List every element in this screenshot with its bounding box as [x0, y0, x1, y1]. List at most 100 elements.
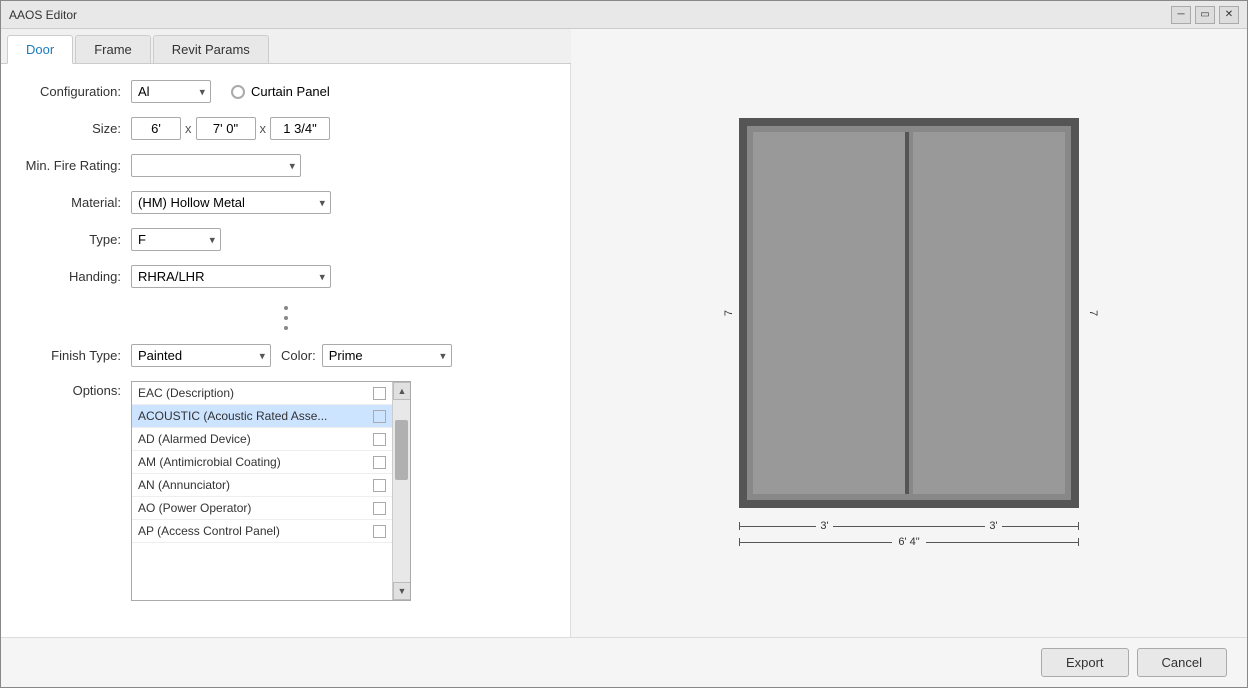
- size-inputs: x x: [131, 117, 330, 140]
- size-row: Size: x x: [21, 117, 550, 140]
- configuration-select[interactable]: Al: [131, 80, 211, 103]
- finish-type-select-wrapper: Painted: [131, 344, 271, 367]
- option-checkbox-acoustic[interactable]: [373, 410, 386, 423]
- half-dim-row: 3' 3': [739, 520, 1079, 532]
- scroll-up-button[interactable]: ▲: [393, 382, 411, 400]
- dim-label-right: 7: [1083, 310, 1099, 316]
- main-window: AAOS Editor ─ ▭ ✕ Door Frame Revit Param…: [0, 0, 1248, 688]
- option-checkbox-am[interactable]: [373, 456, 386, 469]
- dim-full-label: 6' 4": [892, 536, 925, 548]
- options-list-container: EAC (Description) ACOUSTIC (Acoustic Rat…: [131, 381, 411, 601]
- close-button[interactable]: ✕: [1219, 6, 1239, 24]
- size-x1: x: [185, 121, 192, 136]
- dot-3: [284, 326, 288, 330]
- window-title: AAOS Editor: [9, 8, 77, 22]
- list-item[interactable]: AN (Annunciator): [132, 474, 392, 497]
- type-label: Type:: [21, 232, 131, 247]
- dot-1: [284, 306, 288, 310]
- finish-type-select[interactable]: Painted: [131, 344, 271, 367]
- bottom-dimensions: 3' 3': [739, 514, 1079, 548]
- minimize-button[interactable]: ─: [1171, 6, 1191, 24]
- material-select-wrapper: (HM) Hollow Metal: [131, 191, 331, 214]
- line-half-left2: [833, 526, 909, 527]
- diagram-with-labels: 7 7: [719, 118, 1099, 508]
- options-section: Options: EAC (Description) ACOUSTIC (Aco…: [21, 381, 550, 601]
- tick-full-right: [1078, 538, 1079, 546]
- option-checkbox-ap[interactable]: [373, 525, 386, 538]
- finish-type-row: Finish Type: Painted Color: Prime: [21, 344, 550, 367]
- line-full-right: [926, 542, 1078, 543]
- line-half-left: [740, 526, 816, 527]
- scroll-track: [393, 400, 410, 582]
- handing-row: Handing: RHRA/LHR: [21, 265, 550, 288]
- handing-select[interactable]: RHRA/LHR: [131, 265, 331, 288]
- title-bar: AAOS Editor ─ ▭ ✕: [1, 1, 1247, 29]
- size-height-input[interactable]: [196, 117, 256, 140]
- left-panel: Door Frame Revit Params Configuration: A…: [1, 29, 571, 637]
- form-area: Configuration: Al Curtain Panel Size:: [1, 64, 571, 637]
- size-depth-input[interactable]: [270, 117, 330, 140]
- material-select[interactable]: (HM) Hollow Metal: [131, 191, 331, 214]
- full-dim-row: 6' 4": [739, 536, 1079, 548]
- color-select-wrapper: Prime: [322, 344, 452, 367]
- type-select[interactable]: F: [131, 228, 221, 251]
- tab-revit-params[interactable]: Revit Params: [153, 35, 269, 63]
- material-label: Material:: [21, 195, 131, 210]
- type-select-wrapper: F: [131, 228, 221, 251]
- door-panel-left: [753, 132, 909, 494]
- right-panel: 7 7: [571, 29, 1247, 637]
- option-checkbox-eac[interactable]: [373, 387, 386, 400]
- dim-label-left: 7: [719, 310, 735, 316]
- dot-2: [284, 316, 288, 320]
- scroll-thumb[interactable]: [395, 420, 408, 480]
- option-checkbox-an[interactable]: [373, 479, 386, 492]
- fire-rating-row: Min. Fire Rating:: [21, 154, 550, 177]
- curtain-panel-radio[interactable]: [231, 85, 245, 99]
- options-label: Options:: [21, 381, 131, 398]
- restore-button[interactable]: ▭: [1195, 6, 1215, 24]
- list-item[interactable]: AO (Power Operator): [132, 497, 392, 520]
- tick-right-end: [1078, 522, 1079, 530]
- fire-rating-select-wrapper: [131, 154, 301, 177]
- option-checkbox-ad[interactable]: [373, 433, 386, 446]
- options-scrollbar[interactable]: ▲ ▼: [392, 382, 410, 600]
- scroll-down-button[interactable]: ▼: [393, 582, 411, 600]
- size-width-input[interactable]: [131, 117, 181, 140]
- list-item[interactable]: AD (Alarmed Device): [132, 428, 392, 451]
- tab-door[interactable]: Door: [7, 35, 73, 64]
- size-x2: x: [260, 121, 267, 136]
- export-button[interactable]: Export: [1041, 648, 1129, 677]
- door-drawing-container: [739, 118, 1079, 508]
- bottom-buttons: Export Cancel: [1, 637, 1247, 687]
- dim-half-right-label: 3': [985, 520, 1001, 532]
- color-label: Color:: [281, 348, 316, 363]
- list-item[interactable]: EAC (Description): [132, 382, 392, 405]
- cancel-button[interactable]: Cancel: [1137, 648, 1227, 677]
- window-controls: ─ ▭ ✕: [1171, 6, 1239, 24]
- tab-bar: Door Frame Revit Params: [1, 29, 571, 64]
- options-list: EAC (Description) ACOUSTIC (Acoustic Rat…: [132, 382, 392, 600]
- door-panel-right: [913, 132, 1065, 494]
- content-area: Door Frame Revit Params Configuration: A…: [1, 29, 1247, 637]
- list-item[interactable]: AM (Antimicrobial Coating): [132, 451, 392, 474]
- option-checkbox-ao[interactable]: [373, 502, 386, 515]
- handing-select-wrapper: RHRA/LHR: [131, 265, 331, 288]
- configuration-label: Configuration:: [21, 84, 131, 99]
- line-half-right2: [1002, 526, 1078, 527]
- line-full-left: [740, 542, 892, 543]
- type-row: Type: F: [21, 228, 550, 251]
- configuration-row: Configuration: Al Curtain Panel: [21, 80, 550, 103]
- size-label: Size:: [21, 121, 131, 136]
- handing-label: Handing:: [21, 269, 131, 284]
- dim-half-left-label: 3': [816, 520, 832, 532]
- tab-frame[interactable]: Frame: [75, 35, 151, 63]
- line-half-right: [909, 526, 985, 527]
- list-item[interactable]: ACOUSTIC (Acoustic Rated Asse...: [132, 405, 392, 428]
- material-row: Material: (HM) Hollow Metal: [21, 191, 550, 214]
- door-outer: [739, 118, 1079, 508]
- divider-dots: [278, 302, 294, 334]
- fire-rating-label: Min. Fire Rating:: [21, 158, 131, 173]
- fire-rating-select[interactable]: [131, 154, 301, 177]
- color-select[interactable]: Prime: [322, 344, 452, 367]
- list-item[interactable]: AP (Access Control Panel): [132, 520, 392, 543]
